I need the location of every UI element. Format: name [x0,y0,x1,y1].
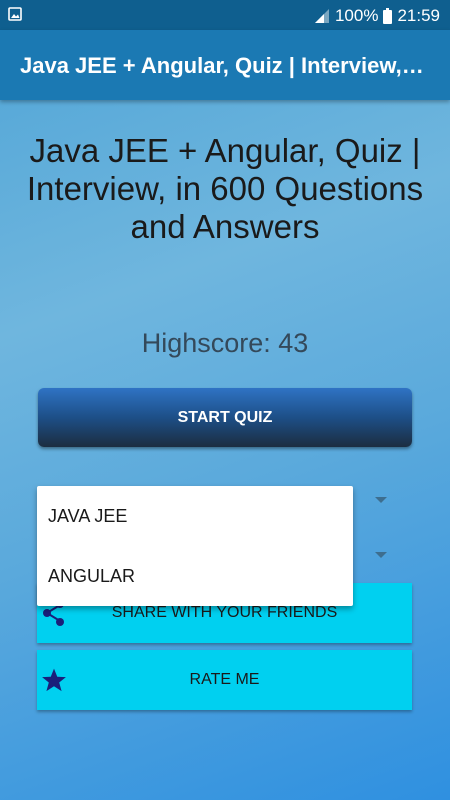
chevron-down-icon[interactable] [375,552,387,558]
clock: 21:59 [397,6,440,25]
app-bar: Java JEE + Angular, Quiz | Interview, in… [0,30,450,100]
page-title: Java JEE + Angular, Quiz | Interview, in… [26,132,424,245]
image-icon [8,7,22,21]
highscore-label: Highscore: 43 [141,328,309,358]
status-bar: 100% 21:59 [0,0,450,30]
chevron-down-icon[interactable] [375,497,387,503]
dropdown-option-angular[interactable]: ANGULAR [37,546,353,606]
battery-icon [383,8,393,24]
battery-percentage: 100% [334,6,379,25]
category-dropdown: JAVA JEE ANGULAR [37,486,353,606]
start-quiz-button[interactable]: START QUIZ [38,388,412,447]
dropdown-option-java-jee[interactable]: JAVA JEE [37,486,353,546]
rate-button-label: RATE ME [189,671,260,688]
app-bar-title: Java JEE + Angular, Quiz | Interview, in… [20,53,425,78]
star-icon [42,668,66,692]
share-button-label: SHARE WITH YOUR FRIENDS [111,604,338,621]
rate-button[interactable]: RATE ME [37,650,412,710]
signal-icon [314,9,329,23]
